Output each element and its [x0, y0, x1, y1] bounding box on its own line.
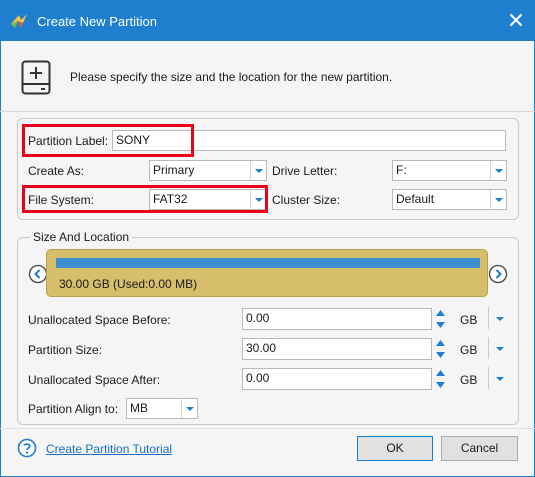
create-as-caption: Create As:: [28, 164, 85, 178]
create-as-select[interactable]: Primary: [149, 160, 267, 181]
partition-size-unit[interactable]: GB: [460, 343, 477, 357]
file-system-caption: File System:: [28, 193, 95, 207]
app-logo-icon: [11, 14, 27, 28]
title-bar: Create New Partition: [0, 0, 535, 41]
file-system-value: FAT32: [153, 192, 188, 206]
cluster-size-value: Default: [396, 192, 435, 206]
partition-align-select[interactable]: MB: [126, 398, 198, 419]
chevron-right-icon[interactable]: [488, 264, 508, 284]
chevron-down-icon[interactable]: [490, 190, 506, 209]
window-title: Create New Partition: [37, 14, 157, 29]
chevron-down-icon[interactable]: [490, 161, 506, 180]
chevron-down-icon[interactable]: [181, 399, 197, 418]
partition-label-caption: Partition Label:: [28, 134, 109, 148]
cancel-button[interactable]: Cancel: [441, 436, 518, 461]
cluster-size-caption: Cluster Size:: [272, 193, 341, 207]
chevron-left-icon[interactable]: [28, 264, 48, 284]
chevron-down-icon[interactable]: [494, 374, 506, 384]
spin-arrows-icon[interactable]: [434, 336, 447, 362]
unit-divider: [488, 367, 489, 389]
drive-letter-value: F:: [396, 163, 407, 177]
partition-label-input[interactable]: SONY: [112, 130, 506, 151]
help-icon[interactable]: [17, 438, 37, 458]
unallocated-after-caption: Unallocated Space After:: [28, 373, 161, 387]
chevron-down-icon[interactable]: [494, 314, 506, 324]
chevron-down-icon[interactable]: [494, 344, 506, 354]
unallocated-before-caption: Unallocated Space Before:: [28, 313, 171, 327]
drive-letter-caption: Drive Letter:: [272, 164, 338, 178]
unallocated-after-unit[interactable]: GB: [460, 373, 477, 387]
cluster-size-select[interactable]: Default: [392, 189, 507, 210]
size-location-title: Size And Location: [30, 230, 133, 244]
spin-arrows-icon[interactable]: [434, 366, 447, 392]
partition-bar: [56, 258, 480, 268]
partition-size-caption: Partition Size:: [28, 343, 103, 357]
unallocated-after-input[interactable]: 0.00: [242, 368, 432, 390]
header-divider: [0, 111, 535, 112]
file-system-select[interactable]: FAT32: [149, 189, 267, 210]
chevron-down-icon[interactable]: [250, 161, 266, 180]
partition-align-value: MB: [130, 401, 148, 415]
spin-arrows-icon[interactable]: [434, 306, 447, 332]
create-as-value: Primary: [153, 163, 195, 177]
partition-align-caption: Partition Align to:: [28, 402, 119, 416]
new-partition-icon: [21, 60, 51, 95]
header-instruction: Please specify the size and the location…: [70, 70, 393, 84]
unallocated-before-input[interactable]: 0.00: [242, 308, 432, 330]
partition-size-input[interactable]: 30.00: [242, 338, 432, 360]
disk-capacity-label: 30.00 GB (Used:0.00 MB): [59, 277, 198, 291]
create-partition-tutorial-link[interactable]: Create Partition Tutorial: [46, 442, 172, 456]
unallocated-before-unit[interactable]: GB: [460, 313, 477, 327]
footer-divider: [0, 428, 535, 429]
drive-letter-select[interactable]: F:: [392, 160, 507, 181]
unit-divider: [488, 337, 489, 359]
unit-divider: [488, 307, 489, 329]
ok-button[interactable]: OK: [357, 436, 433, 461]
chevron-down-icon[interactable]: [250, 190, 266, 209]
close-icon[interactable]: [505, 9, 527, 31]
disk-map-bar[interactable]: 30.00 GB (Used:0.00 MB): [46, 249, 488, 297]
